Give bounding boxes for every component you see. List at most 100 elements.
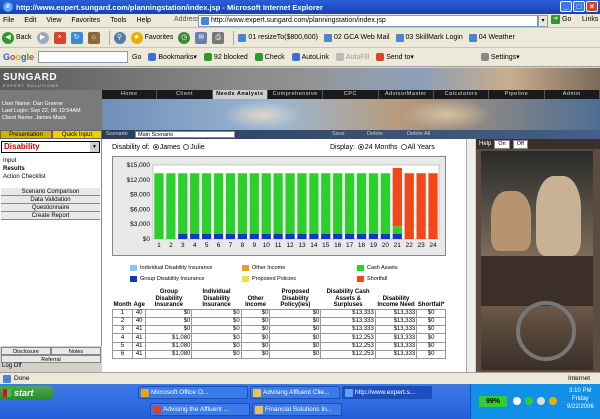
maximize-button[interactable]: □ [573, 1, 585, 12]
x-tick-label: 24 [429, 242, 437, 249]
google-logo[interactable]: Google [3, 52, 34, 62]
tab-cpc[interactable]: CPC [323, 90, 379, 99]
tab-quick-input[interactable]: Quick Input [52, 130, 102, 139]
help-on-button[interactable]: On [494, 139, 510, 149]
address-input[interactable]: http://www.expert.sungard.com/planningst… [198, 15, 538, 27]
nav-results[interactable]: Results [3, 166, 25, 172]
taskbar-item[interactable]: Microsoft Office O... [138, 386, 248, 399]
print-button[interactable]: ⎙ [212, 30, 225, 46]
network-icon[interactable] [513, 397, 521, 405]
nav-action-checklist[interactable]: Action Checklist [3, 174, 46, 180]
tab-admin[interactable]: Admin [545, 90, 600, 99]
radio-james[interactable] [152, 144, 159, 151]
delete-scenario-button[interactable]: Delete [367, 131, 383, 137]
client-name: Client Name: James Mack [2, 115, 67, 121]
links-label[interactable]: Links [582, 16, 598, 23]
scenario-comparison-button[interactable]: Scenario Comparison [1, 188, 100, 196]
mail-button[interactable]: ✉ [195, 30, 208, 46]
address-dropdown-button[interactable]: ▾ [538, 15, 548, 27]
create-report-button[interactable]: Create Report [1, 212, 100, 220]
nav-input[interactable]: Input [3, 158, 16, 164]
legend-swatch [242, 276, 249, 282]
bar-segment [273, 233, 283, 239]
forward-button[interactable]: ▶ [36, 30, 49, 46]
refresh-button[interactable]: ↻ [70, 30, 83, 46]
settings-button[interactable]: Settings▾ [480, 53, 520, 61]
tab-pipeline[interactable]: Pipeline [489, 90, 545, 99]
system-clock[interactable]: 3:10 PM Friday 9/22/2006 [567, 387, 594, 411]
disclosure-button[interactable]: Disclosure [1, 347, 51, 355]
save-scenario-button[interactable]: Save [332, 131, 345, 137]
table-cell: 41 [131, 333, 147, 343]
autolink-button[interactable]: AutoLink [291, 53, 329, 61]
content-scrollbar[interactable] [466, 139, 475, 372]
close-button[interactable]: × [586, 1, 598, 12]
menu-view[interactable]: View [46, 17, 61, 24]
taskbar-item[interactable]: Financial Solutions In... [252, 403, 342, 416]
data-validation-button[interactable]: Data Validation [1, 196, 100, 204]
tab-calculators[interactable]: Calculators [434, 90, 490, 99]
tab-client[interactable]: Client [157, 90, 213, 99]
stop-button[interactable]: × [53, 30, 66, 46]
module-select-value: Disability [4, 142, 40, 151]
battery-indicator[interactable]: 99% [479, 396, 507, 407]
menu-favorites[interactable]: Favorites [71, 17, 100, 24]
update-icon[interactable] [549, 397, 557, 405]
favorites-button[interactable]: ★ Favorites [130, 30, 173, 46]
search-button[interactable]: ⚲ [113, 30, 126, 46]
notes-button[interactable]: Notes [51, 347, 101, 355]
logoff-link[interactable]: Log Off [2, 363, 22, 369]
home-button[interactable]: ⌂ [87, 30, 100, 46]
tab-presentation[interactable]: Presentation [0, 130, 52, 139]
go-button[interactable]: ➜ Go [551, 15, 571, 24]
menu-edit[interactable]: Edit [24, 17, 36, 24]
popup-blocker-button[interactable]: 92 blocked [203, 53, 248, 61]
link-item[interactable]: 01 resizeTo($800,600) [238, 33, 318, 42]
radio-julie[interactable] [183, 144, 190, 151]
link-item[interactable]: 02 GCA Web Mail [324, 33, 390, 42]
delete-all-button[interactable]: Delete All [407, 131, 430, 137]
link-item[interactable]: 03 SkillMark Login [395, 33, 463, 42]
menu-file[interactable]: File [3, 17, 14, 24]
volume-icon[interactable] [537, 397, 545, 405]
start-button[interactable]: start [0, 386, 54, 400]
user-name: User Name: Dan Greene [2, 101, 63, 107]
table-cell: $0 [191, 349, 242, 360]
disability-of-label: Disability of: [112, 144, 150, 151]
tab-advisormaster[interactable]: AdvisorMaster [379, 90, 434, 99]
security-icon[interactable] [525, 397, 533, 405]
back-button[interactable]: ◀ Back [2, 30, 32, 46]
task-label: Advising the Affluent ... [163, 406, 230, 413]
google-go-button[interactable]: Go [132, 54, 141, 61]
minimize-button[interactable]: _ [560, 1, 572, 12]
table-row: 6 41 $1,080 $0 $0 $0 $12,253 $13,333 $0 [112, 349, 446, 360]
tab-home[interactable]: Home [102, 90, 158, 99]
history-button[interactable]: ◷ [178, 30, 191, 46]
taskbar-item[interactable]: http://www.expert.s... [342, 386, 432, 399]
autofill-button[interactable]: AutoFill [335, 53, 369, 61]
table-cell: $1,080 [145, 333, 193, 343]
menu-tools[interactable]: Tools [110, 17, 126, 24]
sendto-button[interactable]: Send to▾ [376, 53, 414, 61]
menu-help[interactable]: Help [137, 17, 151, 24]
radio-24-months[interactable] [357, 144, 364, 151]
referral-button[interactable]: Referral [1, 355, 101, 363]
module-select[interactable]: Disability ▼ [1, 141, 100, 153]
spellcheck-button[interactable]: Check [254, 53, 285, 61]
taskbar-item[interactable]: Advising Affluent Clie... [250, 386, 340, 399]
bookmarks-button[interactable]: Bookmarks▾ [148, 53, 197, 61]
tab-comprehensive[interactable]: Comprehensive [268, 90, 324, 99]
table-cell: $13,333 [374, 308, 418, 318]
help-off-button[interactable]: Off [512, 139, 528, 149]
link-item[interactable]: 04 Weather [468, 33, 515, 42]
questionnaire-button[interactable]: Questionnaire [1, 204, 100, 212]
radio-all-years[interactable] [400, 144, 407, 151]
windows-flag-icon [3, 389, 11, 397]
x-tick-label: 16 [334, 242, 342, 249]
toolbar-separator [233, 30, 235, 45]
google-search-input[interactable] [38, 51, 129, 63]
ie-logo-icon: e [3, 2, 13, 12]
tab-needs-analysis[interactable]: Needs Analysis [212, 90, 268, 99]
scenario-select[interactable]: Main Scenario [135, 131, 235, 138]
taskbar-item[interactable]: Advising the Affluent ... [150, 403, 250, 416]
